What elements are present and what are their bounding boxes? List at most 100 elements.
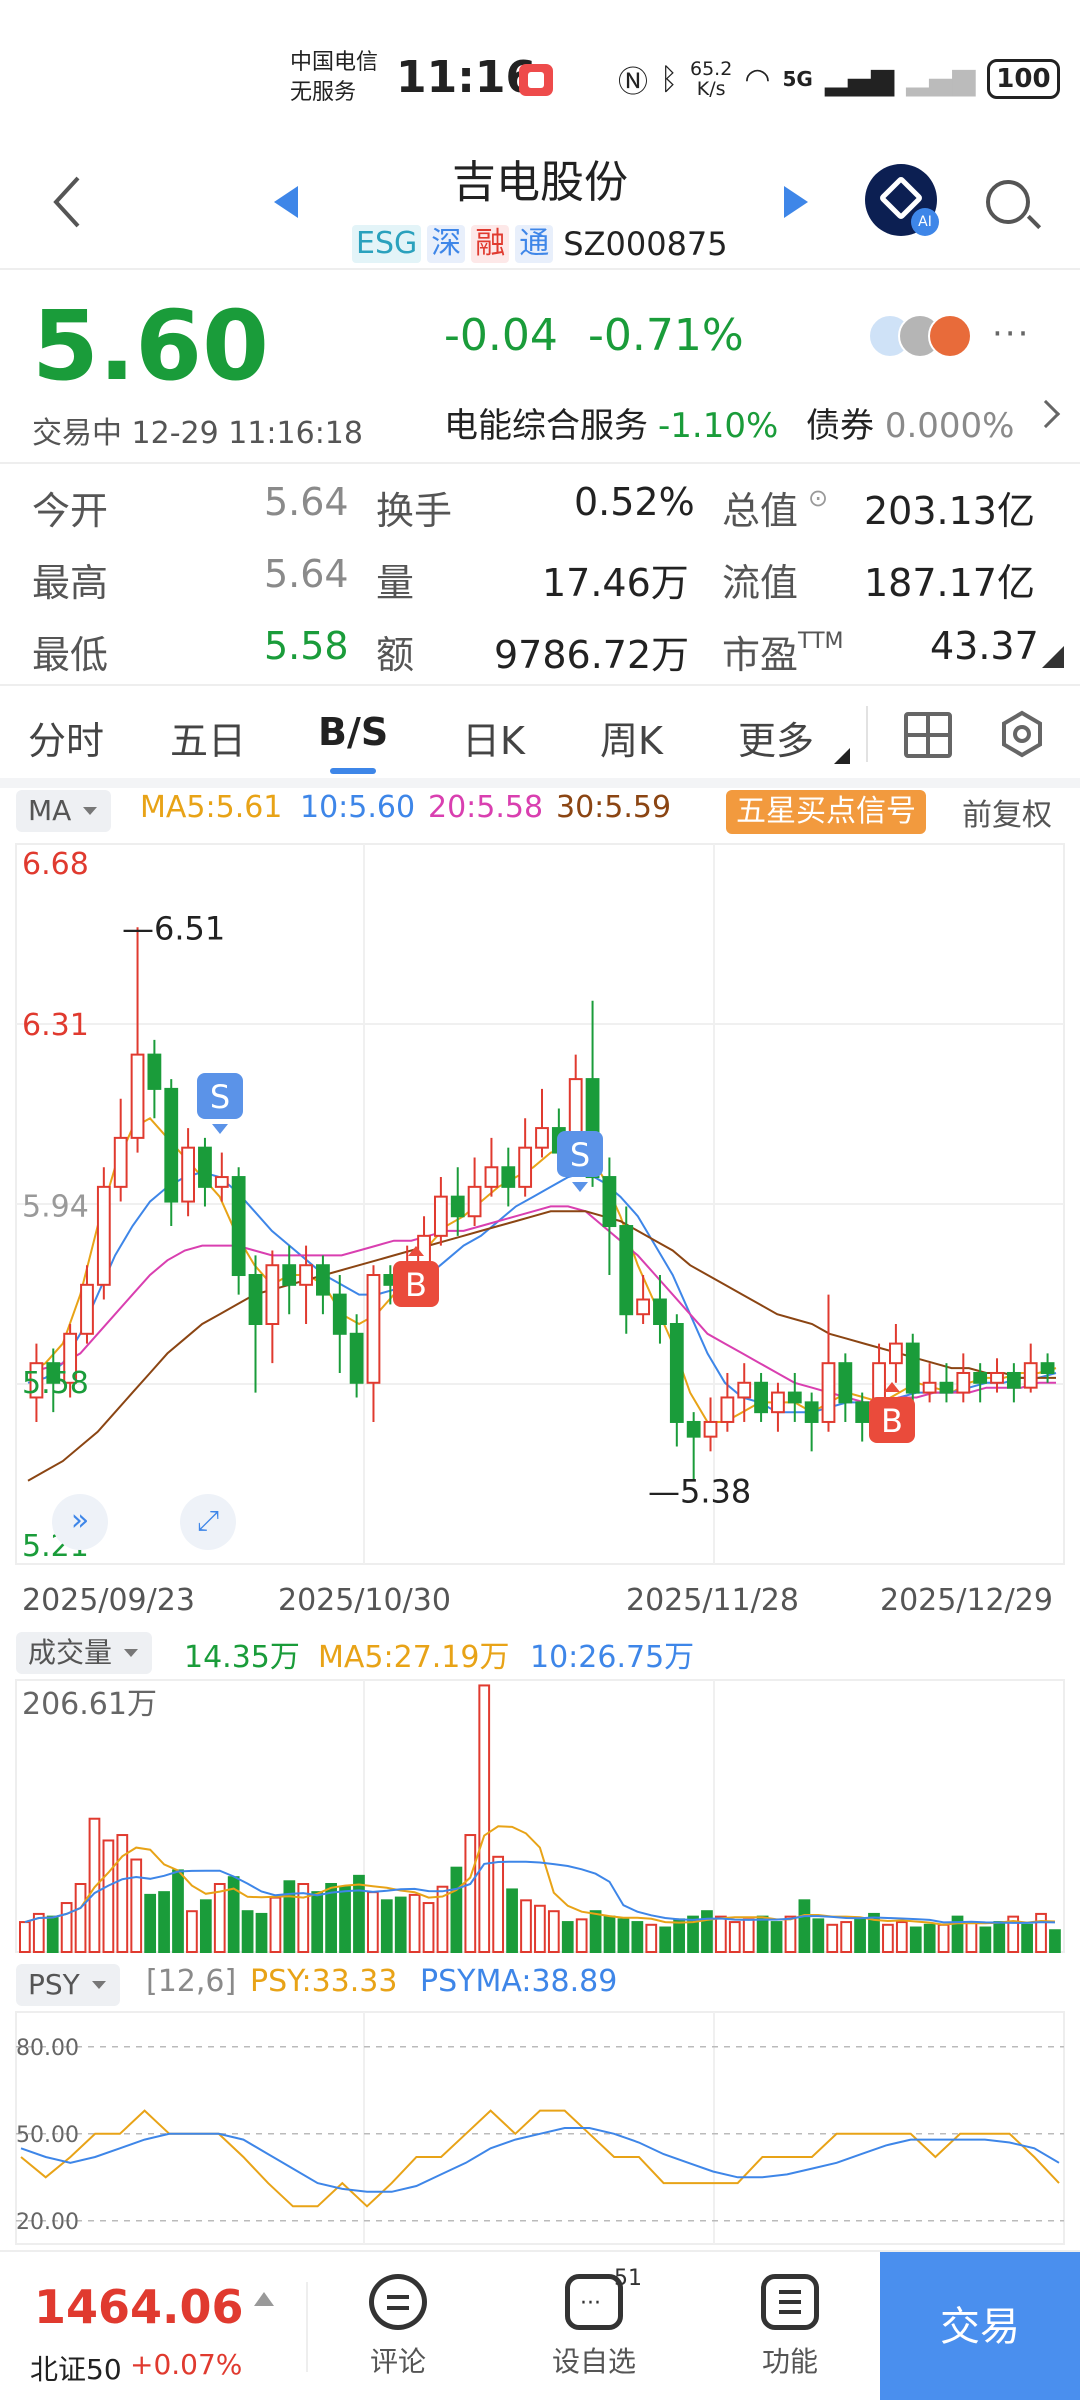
psy-selector[interactable]: PSY [16, 1964, 120, 2006]
ai-assistant-button[interactable]: AI [865, 164, 939, 236]
candle [198, 1146, 212, 1188]
psy-tick-label: 50.00 [16, 2123, 79, 2148]
candle [130, 1053, 145, 1139]
next-stock-arrow-icon[interactable] [784, 186, 808, 218]
stat-value: 9786.72万 [494, 633, 690, 677]
tab-bs[interactable]: B/S [318, 710, 388, 754]
volume-bar [645, 1923, 658, 1954]
carrier-info: 中国电信 无服务 [290, 48, 378, 108]
status-bar: 中国电信 无服务 11:16 Ⓝ ᛒ 65.2 K/s ◠ 5G ▂▄▆ ▂▄▆… [0, 0, 1080, 140]
tag-esg[interactable]: ESG [352, 225, 422, 263]
candle [653, 1298, 667, 1325]
volume-bar [88, 1817, 101, 1953]
stat-label: 流值 [722, 561, 799, 605]
ma-selector[interactable]: MA [16, 790, 112, 832]
volume-bar [269, 1896, 282, 1954]
chart-grid [15, 843, 1065, 1565]
candle [518, 1146, 533, 1188]
stat-value: 43.37 [930, 624, 1039, 668]
psy-lines [20, 2109, 1060, 2208]
stat-label: 最高 [32, 561, 109, 605]
tab-daily-k[interactable]: 日K [462, 710, 525, 765]
carrier-name: 中国电信 [290, 50, 379, 75]
clock: 11:16 [396, 52, 537, 103]
add-watchlist-button[interactable]: ··· 设自选 51 [534, 2266, 654, 2380]
chevron-right-icon[interactable] [1031, 399, 1061, 429]
date-label: 2025/12/29 [880, 1583, 1053, 1618]
functions-button[interactable]: 功能 [730, 2274, 850, 2380]
sector-name: 电能综合服务 [444, 406, 648, 446]
volume-bar [909, 1926, 922, 1954]
volume-chart[interactable]: 206.61万 [0, 1676, 1080, 1956]
ma-indicator-bar: MA MA5:5.61 10:5.60 20:5.58 30:5.59 五星买点… [0, 782, 1080, 834]
candle [535, 1127, 549, 1149]
five-star-signal-button[interactable]: 五星买点信号 [726, 790, 926, 834]
tab-more[interactable]: 更多 [738, 710, 814, 765]
volume-ma5: MA5:27.19万 [318, 1640, 510, 1675]
candle [366, 1274, 381, 1384]
bottom-separator [306, 2282, 308, 2372]
speed-unit: K/s [696, 78, 726, 100]
volume-bar [979, 1926, 992, 1954]
psy-chart[interactable]: 80.00 50.00 20.00 [0, 2008, 1080, 2248]
volume-bar [283, 1880, 296, 1953]
volume-bar [840, 1921, 853, 1954]
index-name: 北证50 [30, 2353, 122, 2386]
psy-tick-label: 80.00 [16, 2036, 79, 2061]
candle [669, 1323, 684, 1423]
candle [265, 1264, 280, 1325]
index-value: 1464.06 [34, 2280, 244, 2334]
candle [96, 1185, 111, 1286]
ma10-value: 10:5.60 [300, 790, 416, 825]
stat-label-sup: TTM [798, 629, 844, 655]
status-icons: Ⓝ ᛒ 65.2 K/s ◠ 5G ▂▄▆ ▂▄▆ 100 [618, 56, 1060, 102]
price-label: 6.31 [22, 1008, 89, 1043]
date-axis-labels: 2025/09/23 2025/10/30 2025/11/28 2025/12/29 [22, 1583, 1053, 1618]
bond-info[interactable]: 债券 0.000% [806, 398, 1014, 447]
trade-button[interactable]: 交易 [880, 2252, 1080, 2400]
volume-bar [520, 1899, 532, 1954]
index-up-arrow-icon [254, 2292, 274, 2306]
candle [299, 1264, 313, 1286]
volume-bar [144, 1893, 157, 1954]
candle [417, 1234, 431, 1267]
search-icon[interactable] [986, 180, 1030, 224]
tab-weekly-k[interactable]: 周K [600, 710, 663, 765]
ma5-value: MA5:5.61 [140, 790, 283, 825]
tab-five-day[interactable]: 五日 [170, 710, 246, 765]
psy-axis-labels: 80.00 50.00 20.00 [16, 2036, 79, 2235]
sector-change: -1.10% [658, 406, 779, 446]
volume-bar [798, 1899, 811, 1954]
trade-status-time: 交易中 12-29 11:16:18 [32, 416, 363, 451]
fullscreen-icon[interactable]: ⤢ [180, 1494, 236, 1550]
settings-hexagon-icon[interactable] [998, 710, 1046, 758]
volume-bar [812, 1918, 825, 1953]
volume-bar [589, 1910, 602, 1953]
info-circle-icon[interactable]: ⊙ [808, 484, 828, 512]
volume-bar [882, 1923, 894, 1954]
tab-intraday[interactable]: 分时 [28, 710, 104, 765]
volume-selector[interactable]: 成交量 [16, 1632, 153, 1674]
more-icon[interactable]: ··· [992, 314, 1030, 354]
watchlist-badge: 51 [614, 2266, 642, 2291]
volume-bar [895, 1921, 908, 1954]
volume-axis-label: 206.61万 [22, 1687, 157, 1722]
volume-bar [380, 1899, 393, 1954]
volume-bar [255, 1912, 268, 1953]
expand-corner-icon[interactable] [1042, 646, 1064, 668]
date-label: 2025/10/30 [278, 1583, 451, 1618]
layout-grid-icon[interactable] [904, 712, 952, 758]
comment-button[interactable]: 评论 [338, 2274, 458, 2380]
volume-bar [603, 1915, 616, 1953]
adjust-mode[interactable]: 前复权 [962, 790, 1052, 834]
sell-marker-text: S [570, 1136, 590, 1174]
stat-label: 最低 [32, 633, 109, 677]
psy-indicator-bar: PSY [12,6] PSY:33.33 PSYMA:38.89 [0, 1956, 1080, 2006]
scroll-forward-icon[interactable]: » [52, 1494, 108, 1550]
candlestick-chart[interactable]: 6.686.315.945.585.21 —6.51—5.38SSBB 2025… [0, 834, 1080, 1624]
candle [484, 1166, 499, 1188]
previous-stock-arrow-icon[interactable] [274, 186, 298, 218]
header-divider [0, 268, 1080, 270]
volume-bar [784, 1915, 797, 1953]
sector-info[interactable]: 电能综合服务 -1.10% [444, 398, 778, 447]
